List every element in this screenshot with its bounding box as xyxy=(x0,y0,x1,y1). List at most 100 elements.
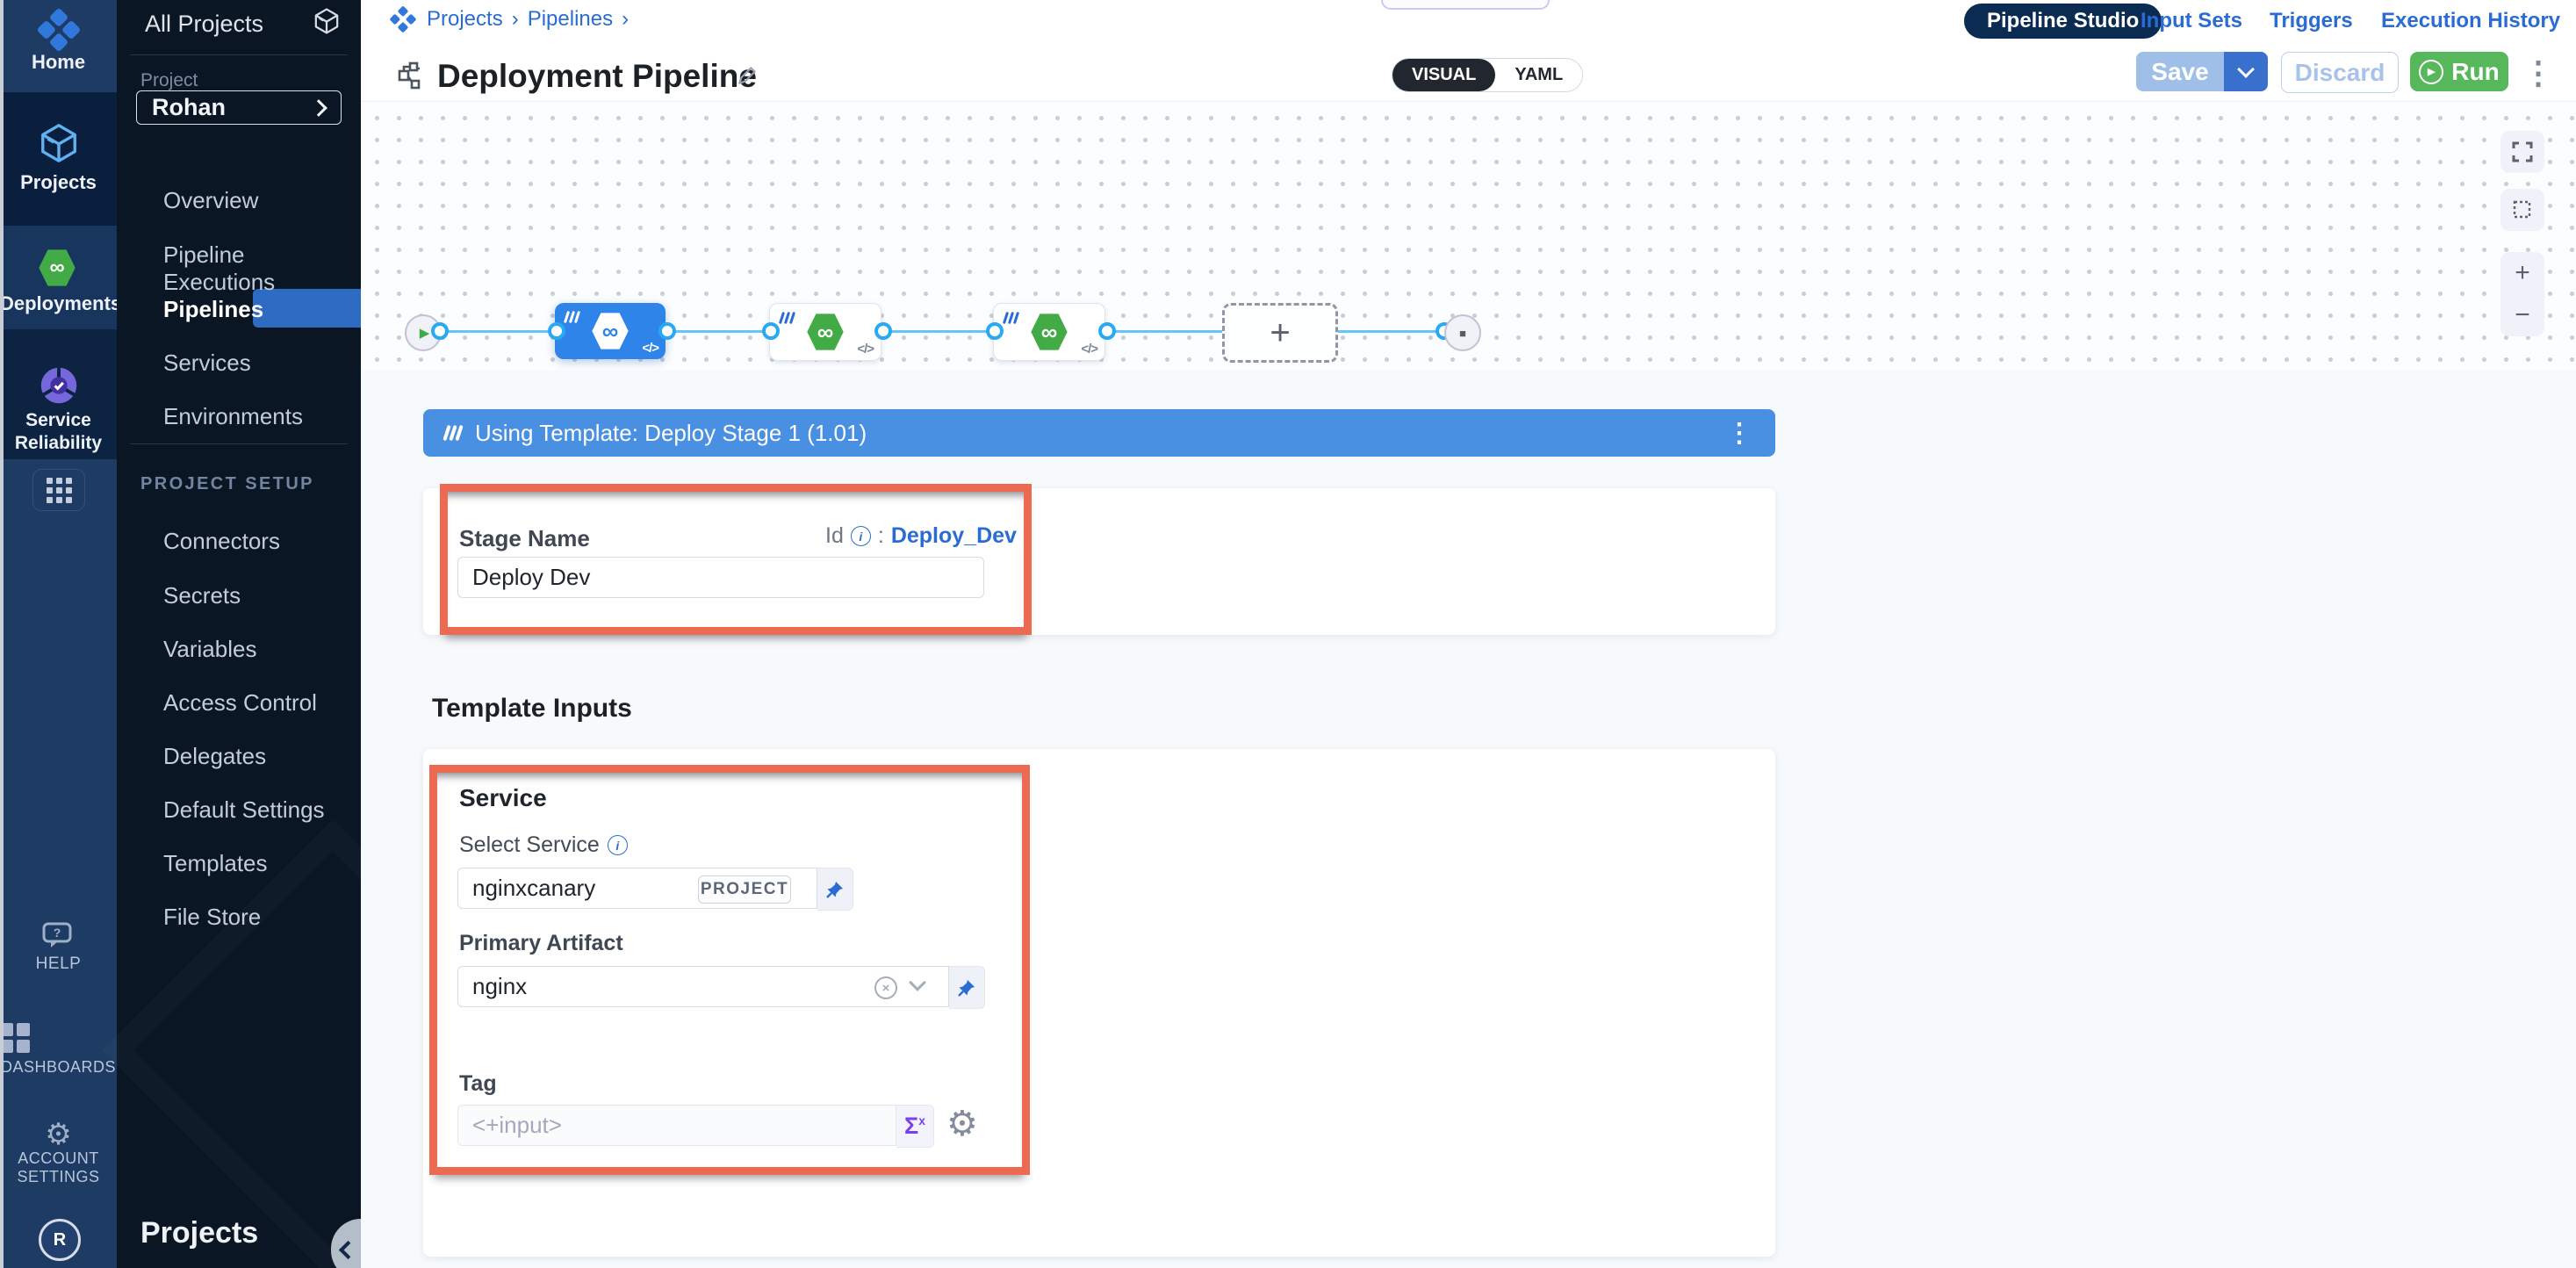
stage-card-deploy-to-prod[interactable]: ∞ </> xyxy=(993,303,1105,361)
breadcrumb: Projects › Pipelines › xyxy=(393,7,629,32)
template-library-icon xyxy=(445,425,461,441)
zoom-in-icon[interactable]: + xyxy=(2515,258,2530,288)
account-settings-label1: ACCOUNT xyxy=(0,1149,117,1168)
dashboards-label: DASHBOARDS xyxy=(0,1058,117,1077)
deployment-stage-icon: ∞ xyxy=(591,312,630,350)
rail-item-label: Deployments xyxy=(0,292,117,315)
port xyxy=(548,322,565,340)
canvas-selection-button[interactable] xyxy=(2500,189,2544,231)
sidebar-item-default-settings[interactable]: Default Settings xyxy=(163,796,325,824)
toggle-visual[interactable]: VISUAL xyxy=(1392,59,1495,91)
breadcrumb-projects[interactable]: Projects xyxy=(427,7,503,32)
sidebar-item-pipelines[interactable]: Pipelines xyxy=(163,296,263,323)
window-edge xyxy=(0,0,4,1268)
template-banner[interactable]: Using Template: Deploy Stage 1 (1.01) ⋮ xyxy=(423,409,1775,457)
run-button[interactable]: ▶ Run xyxy=(2410,52,2508,91)
port xyxy=(658,322,676,340)
pipeline-canvas[interactable]: ▶ ∞ </> ∞ </> xyxy=(361,101,2576,371)
sidebar-item-overview[interactable]: Overview xyxy=(163,187,258,214)
rail-item-deployments[interactable]: ∞ Deployments xyxy=(0,226,117,329)
tab-input-sets[interactable]: Input Sets xyxy=(2141,9,2242,33)
template-library-icon xyxy=(565,311,579,323)
sidebar-item-connectors[interactable]: Connectors xyxy=(163,528,280,555)
discard-button[interactable]: Discard xyxy=(2281,52,2399,93)
account-settings-button[interactable]: ⚙ ACCOUNT SETTINGS xyxy=(0,1120,117,1186)
rail-bottom-section: ? HELP DASHBOARDS ⚙ ACCOUNT SETTINGS R xyxy=(0,459,117,1268)
add-stage-button[interactable]: + xyxy=(1222,303,1338,363)
app-window: Home Projects ∞ Deployments xyxy=(0,0,2576,1268)
canvas-zoom-control[interactable]: + − xyxy=(2500,252,2544,336)
code-icon: </> xyxy=(1081,342,1097,357)
sidebar-item-delegates[interactable]: Delegates xyxy=(163,743,266,770)
sidebar-item-templates[interactable]: Templates xyxy=(163,850,268,877)
deployments-icon: ∞ xyxy=(38,249,76,287)
toggle-yaml[interactable]: YAML xyxy=(1495,59,1582,91)
save-button[interactable]: Save xyxy=(2136,52,2226,91)
sidebar-item-variables[interactable]: Variables xyxy=(163,636,256,663)
project-label: Project xyxy=(140,70,198,91)
sidebar-all-projects[interactable]: All Projects xyxy=(145,11,263,38)
help-button[interactable]: ? HELP xyxy=(0,922,117,974)
zoom-out-icon[interactable]: − xyxy=(2515,300,2530,330)
port xyxy=(431,322,449,340)
projects-cube-icon xyxy=(38,122,80,164)
module-picker-button[interactable] xyxy=(32,469,85,511)
avatar-initial: R xyxy=(39,1219,81,1261)
template-library-icon xyxy=(781,312,794,324)
chevron-right-icon xyxy=(310,99,327,117)
rail-item-service-reliability[interactable]: Service Reliability xyxy=(0,329,117,459)
tab-execution-history[interactable]: Execution History xyxy=(2381,9,2560,33)
link xyxy=(1107,330,1222,333)
project-name: Rohan xyxy=(152,94,313,121)
grid-icon xyxy=(47,478,72,503)
tab-triggers[interactable]: Triggers xyxy=(2270,9,2353,33)
sidebar-item-access-control[interactable]: Access Control xyxy=(163,689,317,717)
dashboards-button[interactable]: DASHBOARDS xyxy=(0,1023,117,1077)
top-bar: Projects › Pipelines › Pipeline Studio I… xyxy=(361,0,2576,51)
stage-card-deploy-dev[interactable]: ∞ </> xyxy=(555,303,666,359)
pipeline-icon xyxy=(397,61,427,90)
sidebar-item-services[interactable]: Services xyxy=(163,349,251,377)
pipeline-end-node[interactable]: ■ xyxy=(1444,314,1481,351)
deployment-stage-icon: ∞ xyxy=(806,313,845,351)
template-library-icon xyxy=(1004,312,1018,324)
sidebar-item-environments[interactable]: Environments xyxy=(163,403,303,430)
breadcrumb-separator: › xyxy=(622,7,629,32)
port xyxy=(1098,322,1116,340)
project-selector[interactable]: Rohan xyxy=(136,90,342,125)
breadcrumb-pipelines[interactable]: Pipelines xyxy=(528,7,613,32)
sidebar-item-pipeline-executions[interactable]: Pipeline Executions xyxy=(163,241,361,296)
chevron-left-icon xyxy=(339,1240,357,1258)
divider xyxy=(130,54,348,55)
account-settings-label2: SETTINGS xyxy=(0,1168,117,1186)
tab-pipeline-studio[interactable]: Pipeline Studio xyxy=(1964,4,2162,39)
edit-pencil-icon[interactable] xyxy=(736,64,759,87)
harness-logo-icon xyxy=(389,5,416,32)
link xyxy=(438,330,555,333)
rail-item-label: Projects xyxy=(0,171,117,194)
code-icon: </> xyxy=(642,341,658,356)
banner-kebab-menu[interactable]: ⋮ xyxy=(1726,418,1752,449)
pipeline-title-bar: Deployment Pipeline VISUAL YAML Save Dis… xyxy=(361,50,2576,101)
gear-icon: ⚙ xyxy=(0,1120,117,1149)
play-icon: ▶ xyxy=(420,325,430,341)
rail-item-projects[interactable]: Projects xyxy=(0,92,117,226)
highlight-box-stage-name xyxy=(440,484,1032,635)
code-icon: </> xyxy=(857,342,874,357)
template-inputs-heading: Template Inputs xyxy=(432,694,632,724)
rail-item-home[interactable]: Home xyxy=(0,0,117,92)
stage-card-deploy-to-qa[interactable]: ∞ </> xyxy=(769,303,881,361)
help-label: HELP xyxy=(0,955,117,974)
canvas-fit-view-button[interactable] xyxy=(2500,131,2544,173)
module-rail: Home Projects ∞ Deployments xyxy=(0,0,117,1268)
help-bubble-icon: ? xyxy=(42,922,76,950)
view-toggle[interactable]: VISUAL YAML xyxy=(1392,58,1583,92)
page-title: Deployment Pipeline xyxy=(437,58,757,95)
fit-view-icon xyxy=(2512,141,2533,162)
sidebar-item-secrets[interactable]: Secrets xyxy=(163,582,241,609)
all-projects-cube-icon[interactable] xyxy=(313,7,341,35)
selection-box-icon xyxy=(2512,199,2533,220)
save-dropdown-button[interactable] xyxy=(2224,52,2268,91)
user-avatar[interactable]: R xyxy=(39,1219,81,1261)
header-kebab-menu[interactable]: ⋮ xyxy=(2522,57,2554,89)
